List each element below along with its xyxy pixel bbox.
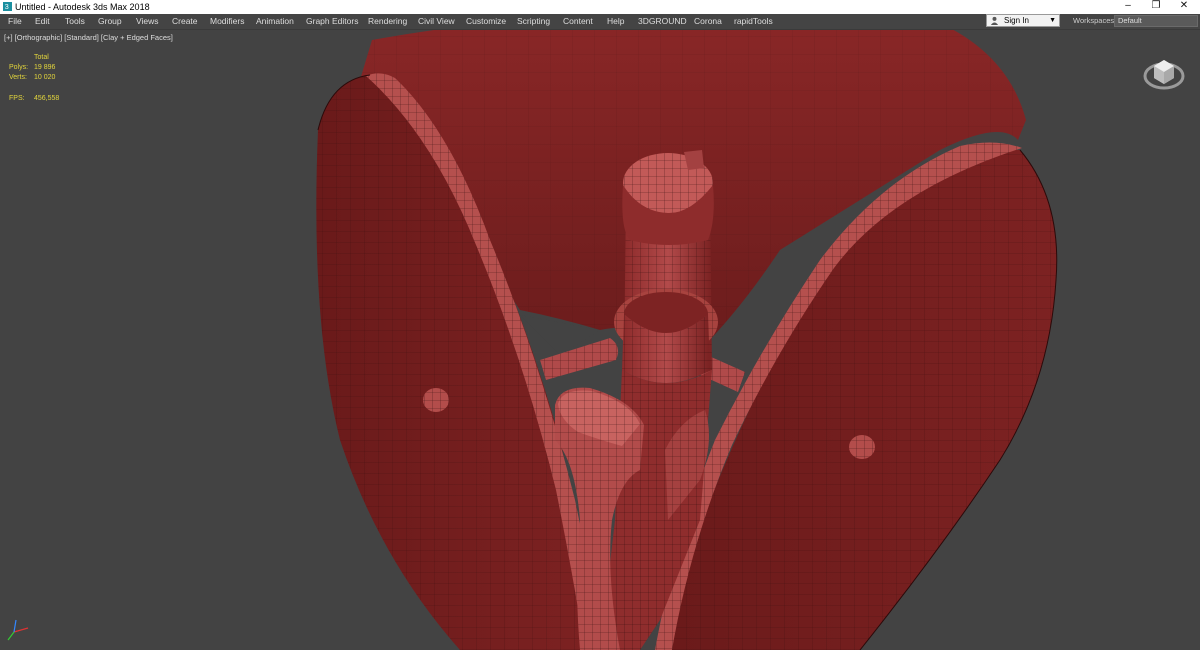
menu-views[interactable]: Views [136,16,159,27]
stats-fps-label: FPS: [9,95,25,102]
menu-scripting[interactable]: Scripting [517,16,550,27]
minimize-button[interactable]: – [1113,0,1143,14]
sign-in-dropdown[interactable]: Sign In ▼ [986,14,1060,27]
title-bar: 3 Untitled - Autodesk 3ds Max 2018 – ❐ ✕ [0,0,1200,14]
restore-button[interactable]: ❐ [1141,0,1171,14]
menu-group[interactable]: Group [98,16,122,27]
menu-content[interactable]: Content [563,16,593,27]
menu-civil-view[interactable]: Civil View [418,16,455,27]
stats-polys-value: 19 896 [34,64,56,71]
menu-customize[interactable]: Customize [466,16,506,27]
workspaces-value: Default [1118,16,1142,25]
stats-header: Total [34,54,49,61]
stats-polys-label: Polys: [9,64,29,71]
perspective-viewport[interactable]: [+] [Orthographic] [Standard] [Clay + Ed… [0,30,1200,650]
stats-fps-value: 456,558 [34,95,60,102]
viewport-label[interactable]: [+] [Orthographic] [Standard] [Clay + Ed… [4,33,173,43]
stats-verts-value: 10 020 [34,74,56,81]
menu-edit[interactable]: Edit [35,16,50,27]
menu-help[interactable]: Help [607,16,624,27]
menu-tools[interactable]: Tools [65,16,85,27]
menu-rendering[interactable]: Rendering [368,16,407,27]
stats-verts-label: Verts: [9,74,27,81]
user-icon [990,16,999,25]
chevron-down-icon: ▼ [1049,17,1056,24]
viewcube-icon[interactable] [1142,50,1186,94]
svg-text:3: 3 [5,2,9,11]
menu-file[interactable]: File [8,16,22,27]
menu-3dground[interactable]: 3DGROUND [638,16,687,27]
workspaces-select[interactable]: Default [1114,15,1198,27]
menu-modifiers[interactable]: Modifiers [210,16,244,27]
window-title: Untitled - Autodesk 3ds Max 2018 [15,2,150,12]
3dsmax-icon: 3 [3,2,12,11]
close-button[interactable]: ✕ [1169,0,1199,14]
sign-in-label: Sign In [1004,16,1029,25]
workspaces-label: Workspaces: [1073,16,1117,25]
menu-graph-editors[interactable]: Graph Editors [306,16,358,27]
menu-rapidtools[interactable]: rapidTools [734,16,773,27]
axis-tripod-icon [7,619,29,641]
menu-create[interactable]: Create [172,16,198,27]
menu-corona[interactable]: Corona [694,16,722,27]
menu-animation[interactable]: Animation [256,16,294,27]
model-render [316,30,1058,650]
